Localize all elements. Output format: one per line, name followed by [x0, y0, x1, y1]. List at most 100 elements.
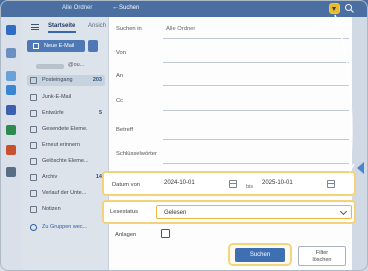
junk-icon — [30, 94, 37, 101]
todo-app-icon[interactable] — [6, 85, 16, 95]
calendar-app-icon[interactable] — [6, 48, 16, 58]
search-button[interactable]: Suchen — [235, 248, 285, 262]
clock-icon — [30, 142, 37, 149]
new-mail-dropdown-button[interactable] — [88, 40, 98, 52]
chevron-down-icon — [339, 207, 348, 216]
row-search-in: Suchen in Alle Ordner — [109, 17, 353, 43]
apps-grid-icon[interactable] — [6, 167, 16, 177]
search-button-highlight: Suchen — [228, 243, 292, 266]
folder-junk[interactable]: Junk-E-Mail — [27, 92, 105, 103]
folder-sidebar: Startseite Ansich Neue E-Mail @ou... Pos… — [22, 17, 108, 271]
read-status-row: Lesestatus Gelesen — [102, 200, 356, 224]
compose-icon — [33, 43, 39, 49]
folder-snoozed[interactable]: Erneut erinnern — [27, 140, 105, 151]
folder-label: Archiv — [42, 174, 58, 180]
mail-app-icon[interactable] — [6, 25, 16, 35]
groups-link-label: Zu Gruppen wec... — [42, 224, 88, 230]
trash-icon — [30, 158, 37, 165]
tab-startseite[interactable]: Startseite — [48, 23, 75, 29]
calendar-icon[interactable] — [229, 180, 237, 188]
new-mail-button[interactable]: Neue E-Mail — [27, 40, 85, 52]
word-app-icon[interactable] — [6, 105, 16, 115]
active-tab-indicator — [48, 31, 76, 33]
powerpoint-app-icon[interactable] — [6, 145, 16, 155]
date-range-label: Datum von — [112, 182, 141, 188]
pointer-arrow-icon — [357, 162, 364, 174]
unread-count: 203 — [92, 77, 102, 83]
folder-label: Junk-E-Mail — [42, 94, 72, 100]
field-underline — [163, 38, 349, 39]
subject-field[interactable] — [163, 139, 349, 140]
advanced-search-panel: Suchen in Alle Ordner Von An Cc Betreff … — [108, 17, 352, 271]
excel-app-icon[interactable] — [6, 125, 16, 135]
search-in-dropdown[interactable]: Alle Ordner — [166, 26, 195, 32]
app-rail — [0, 17, 22, 271]
hamburger-menu-icon[interactable] — [31, 24, 39, 30]
row-keywords: Schlüsselwörter — [109, 142, 353, 168]
attachments-label: Anlagen — [115, 232, 137, 238]
from-field[interactable] — [163, 62, 349, 63]
folder-drafts[interactable]: Entwürfe 5 — [27, 108, 105, 119]
folder-archive[interactable]: Archiv 14 — [27, 172, 105, 183]
people-app-icon[interactable] — [6, 71, 16, 81]
folder-label: Notizen — [42, 206, 61, 212]
attachments-checkbox[interactable] — [161, 229, 170, 238]
inbox-icon — [30, 77, 37, 84]
read-status-value: Gelesen — [164, 209, 187, 216]
folder-conversation-history[interactable]: Verlauf der Unte... — [27, 188, 105, 199]
top-search-bar: Alle Ordner ← Suchen — [0, 0, 368, 17]
account-header[interactable]: @ou... — [28, 62, 106, 72]
date-separator: bis — [246, 184, 254, 190]
scope-hint: Alle Ordner — [62, 5, 93, 11]
folder-sent[interactable]: Gesendete Eleme... — [27, 124, 105, 135]
read-status-select[interactable]: Gelesen — [156, 205, 352, 219]
cc-field[interactable] — [163, 110, 349, 111]
read-status-label: Lesestatus — [110, 209, 139, 215]
clear-filters-label-line2: löschen — [312, 257, 332, 263]
date-from-input[interactable]: 2024-10-01 — [164, 180, 195, 186]
folder-icon — [30, 190, 37, 197]
go-to-groups-link[interactable]: Zu Gruppen wec... — [27, 222, 105, 233]
folder-deleted[interactable]: Gelöschte Eleme... — [27, 156, 105, 167]
date-range-row: Datum von 2024-10-01 bis 2025-10-01 — [102, 171, 356, 196]
sent-icon — [30, 126, 37, 133]
filter-chevron-icon — [332, 7, 336, 11]
filter-options-button[interactable] — [329, 3, 340, 14]
row-cc: Cc — [109, 89, 353, 115]
search-in-label: Suchen in — [116, 26, 142, 32]
folder-label: Erneut erinnern — [42, 142, 80, 148]
folder-label: Entwürfe — [42, 110, 64, 116]
cc-label: Cc — [116, 98, 124, 104]
folder-label: Gelöschte Eleme... — [42, 158, 88, 164]
calendar-icon[interactable] — [327, 180, 335, 188]
folder-notes[interactable]: Notizen — [27, 204, 105, 215]
ribbon-tabs: Startseite Ansich — [22, 17, 108, 37]
folder-label: Verlauf der Unte... — [42, 190, 87, 196]
search-field-label[interactable]: Suchen — [119, 5, 139, 11]
row-to: An — [109, 64, 353, 90]
back-arrow-icon[interactable]: ← — [112, 4, 119, 11]
to-label: An — [116, 73, 124, 79]
clear-filters-button[interactable]: Filter löschen — [298, 246, 346, 266]
clear-filters-label-line1: Filter — [315, 250, 329, 256]
drafts-icon — [30, 110, 37, 117]
row-subject: Betreff — [109, 118, 353, 144]
groups-icon — [30, 224, 37, 231]
search-icon[interactable] — [344, 3, 355, 14]
from-label: Von — [116, 50, 126, 56]
folder-label: Gesendete Eleme... — [42, 126, 88, 132]
archive-icon — [30, 174, 37, 181]
date-to-input[interactable]: 2025-10-01 — [262, 180, 293, 186]
folder-inbox[interactable]: Posteingang 203 — [27, 75, 105, 86]
notes-icon — [30, 206, 37, 213]
item-count: 5 — [98, 110, 102, 116]
tab-ansicht[interactable]: Ansich — [88, 23, 106, 29]
keywords-field[interactable] — [163, 163, 349, 164]
account-name-redacted — [36, 64, 64, 69]
to-field[interactable] — [163, 85, 349, 86]
account-domain: @ou... — [68, 62, 85, 68]
reading-pane-edge — [352, 17, 368, 271]
new-mail-label: Neue E-Mail — [44, 43, 75, 49]
subject-label: Betreff — [116, 127, 133, 133]
keywords-label: Schlüsselwörter — [116, 151, 157, 157]
